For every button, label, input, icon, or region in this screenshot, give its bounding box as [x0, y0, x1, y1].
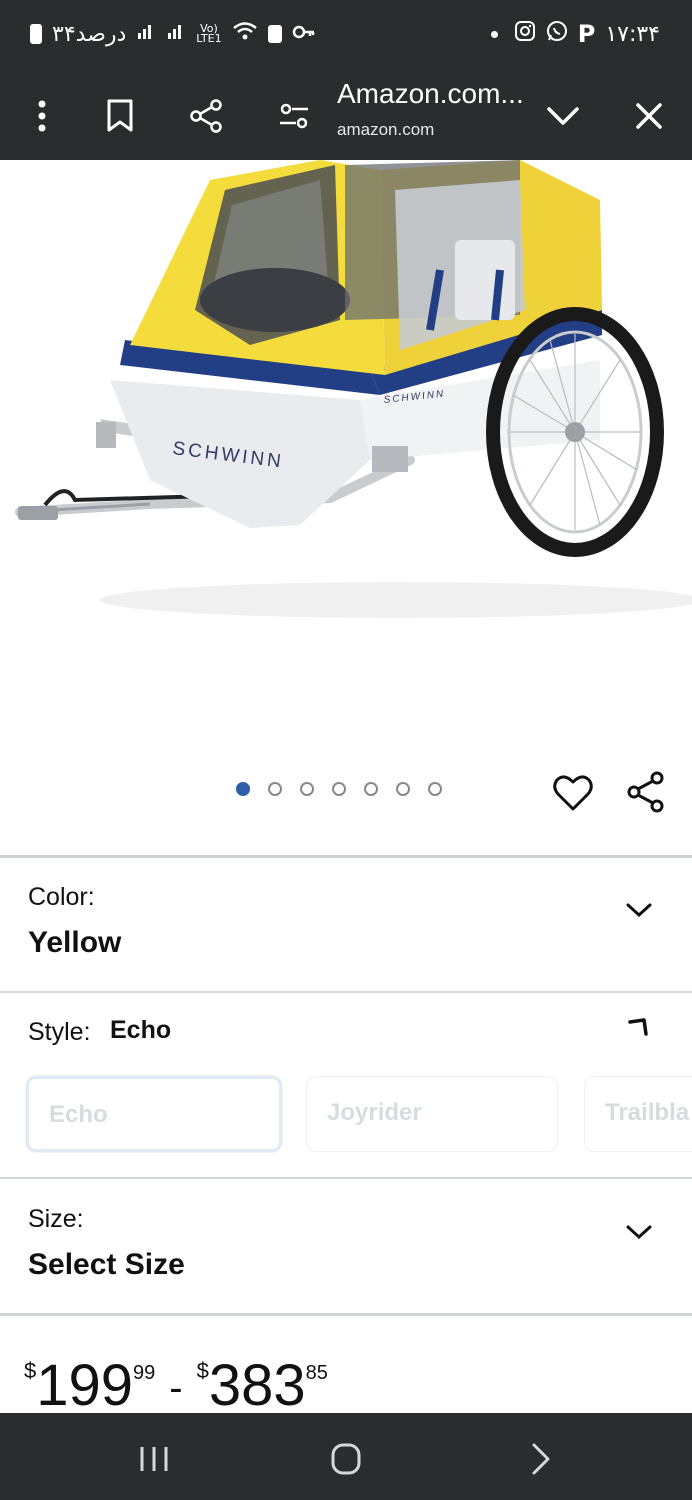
section-divider	[0, 991, 692, 993]
carousel-dot[interactable]	[364, 782, 378, 796]
section-divider	[0, 1313, 692, 1316]
price-high-whole: 383	[208, 1353, 306, 1418]
wifi-icon	[232, 20, 258, 48]
image-carousel-indicator	[236, 782, 442, 796]
color-label: Color:	[28, 883, 95, 911]
clock-text: ۱۷:۳۴	[605, 21, 660, 47]
price-low-whole: 199	[36, 1353, 134, 1418]
style-option-trailblazer[interactable]: Trailbla	[584, 1076, 692, 1152]
chevron-down-icon	[547, 107, 579, 125]
recent-apps-icon	[140, 1447, 168, 1471]
carousel-dot[interactable]	[396, 782, 410, 796]
back-button[interactable]	[520, 1441, 560, 1477]
chevron-right-icon	[532, 1443, 550, 1475]
share-icon	[627, 771, 664, 813]
style-value: Echo	[110, 1016, 172, 1044]
status-right: P ۱۷:۳۴	[490, 20, 660, 48]
volte-icon: Vo) LTE1	[196, 22, 222, 45]
product-image[interactable]: SCHWINN SCHWINN	[0, 160, 692, 760]
signal-icon-2	[166, 21, 186, 47]
bike-trailer-image: SCHWINN SCHWINN	[15, 160, 692, 618]
style-collapse-button[interactable]	[626, 1016, 658, 1048]
notification-dot-icon	[490, 30, 498, 38]
price-high-symbol: $	[196, 1358, 209, 1383]
status-left: ۳۴درصد Vo) LTE1	[30, 20, 316, 48]
kebab-menu-icon	[38, 100, 46, 132]
price-low-fraction: 99	[133, 1362, 156, 1384]
chevron-down-icon	[626, 903, 652, 918]
price-separator: -	[169, 1366, 183, 1410]
heart-icon	[553, 775, 593, 811]
size-value: Select Size	[28, 1248, 185, 1281]
p-app-icon: P	[577, 20, 596, 48]
status-bar: ۳۴درصد Vo) LTE1 P ۱۷:۳۴	[0, 0, 692, 72]
page-domain: amazon.com	[337, 120, 435, 139]
instagram-icon	[514, 20, 536, 48]
price-low-symbol: $	[24, 1358, 37, 1383]
minimize-button[interactable]	[537, 90, 589, 142]
color-expand-button[interactable]	[624, 900, 656, 932]
carousel-dot[interactable]	[300, 782, 314, 796]
section-divider	[0, 855, 692, 858]
sim-icon	[267, 25, 282, 43]
signal-icon	[136, 21, 156, 47]
bookmark-icon	[107, 99, 133, 132]
key-icon	[292, 22, 316, 47]
carousel-dot[interactable]	[268, 782, 282, 796]
page-title: Amazon.com...	[337, 78, 524, 109]
color-value: Yellow	[28, 926, 122, 959]
price-range: $19999- $38385	[24, 1352, 328, 1419]
style-label: Style:	[28, 1018, 91, 1046]
add-to-wishlist-button[interactable]	[552, 772, 594, 814]
home-button[interactable]	[326, 1441, 366, 1477]
battery-percent-text: ۳۴درصد	[52, 21, 127, 47]
size-label: Size:	[28, 1205, 84, 1233]
custom-tab-toolbar: Amazon.com... amazon.com	[0, 72, 692, 160]
site-settings-button[interactable]	[268, 90, 320, 142]
carousel-dot[interactable]	[236, 782, 250, 796]
carousel-dot[interactable]	[332, 782, 346, 796]
chevron-up-icon	[628, 1018, 648, 1036]
system-navigation-bar	[0, 1413, 692, 1500]
carousel-dot[interactable]	[428, 782, 442, 796]
close-tab-button[interactable]	[623, 90, 675, 142]
whatsapp-icon	[546, 20, 568, 48]
section-divider	[0, 1177, 692, 1179]
share-product-button[interactable]	[624, 770, 668, 814]
size-expand-button[interactable]	[624, 1222, 656, 1254]
chevron-down-icon	[626, 1225, 652, 1240]
bookmark-button[interactable]	[94, 90, 146, 142]
close-icon	[636, 103, 662, 129]
style-option-joyrider[interactable]: Joyrider	[306, 1076, 558, 1152]
battery-icon	[30, 24, 42, 44]
home-icon	[331, 1443, 361, 1475]
recent-apps-button[interactable]	[134, 1441, 174, 1477]
style-option-echo[interactable]: Echo	[26, 1076, 282, 1152]
more-options-button[interactable]	[16, 90, 68, 142]
tune-icon	[280, 103, 308, 129]
share-page-button[interactable]	[180, 90, 232, 142]
share-icon	[190, 99, 222, 133]
price-high-fraction: 85	[305, 1362, 328, 1384]
